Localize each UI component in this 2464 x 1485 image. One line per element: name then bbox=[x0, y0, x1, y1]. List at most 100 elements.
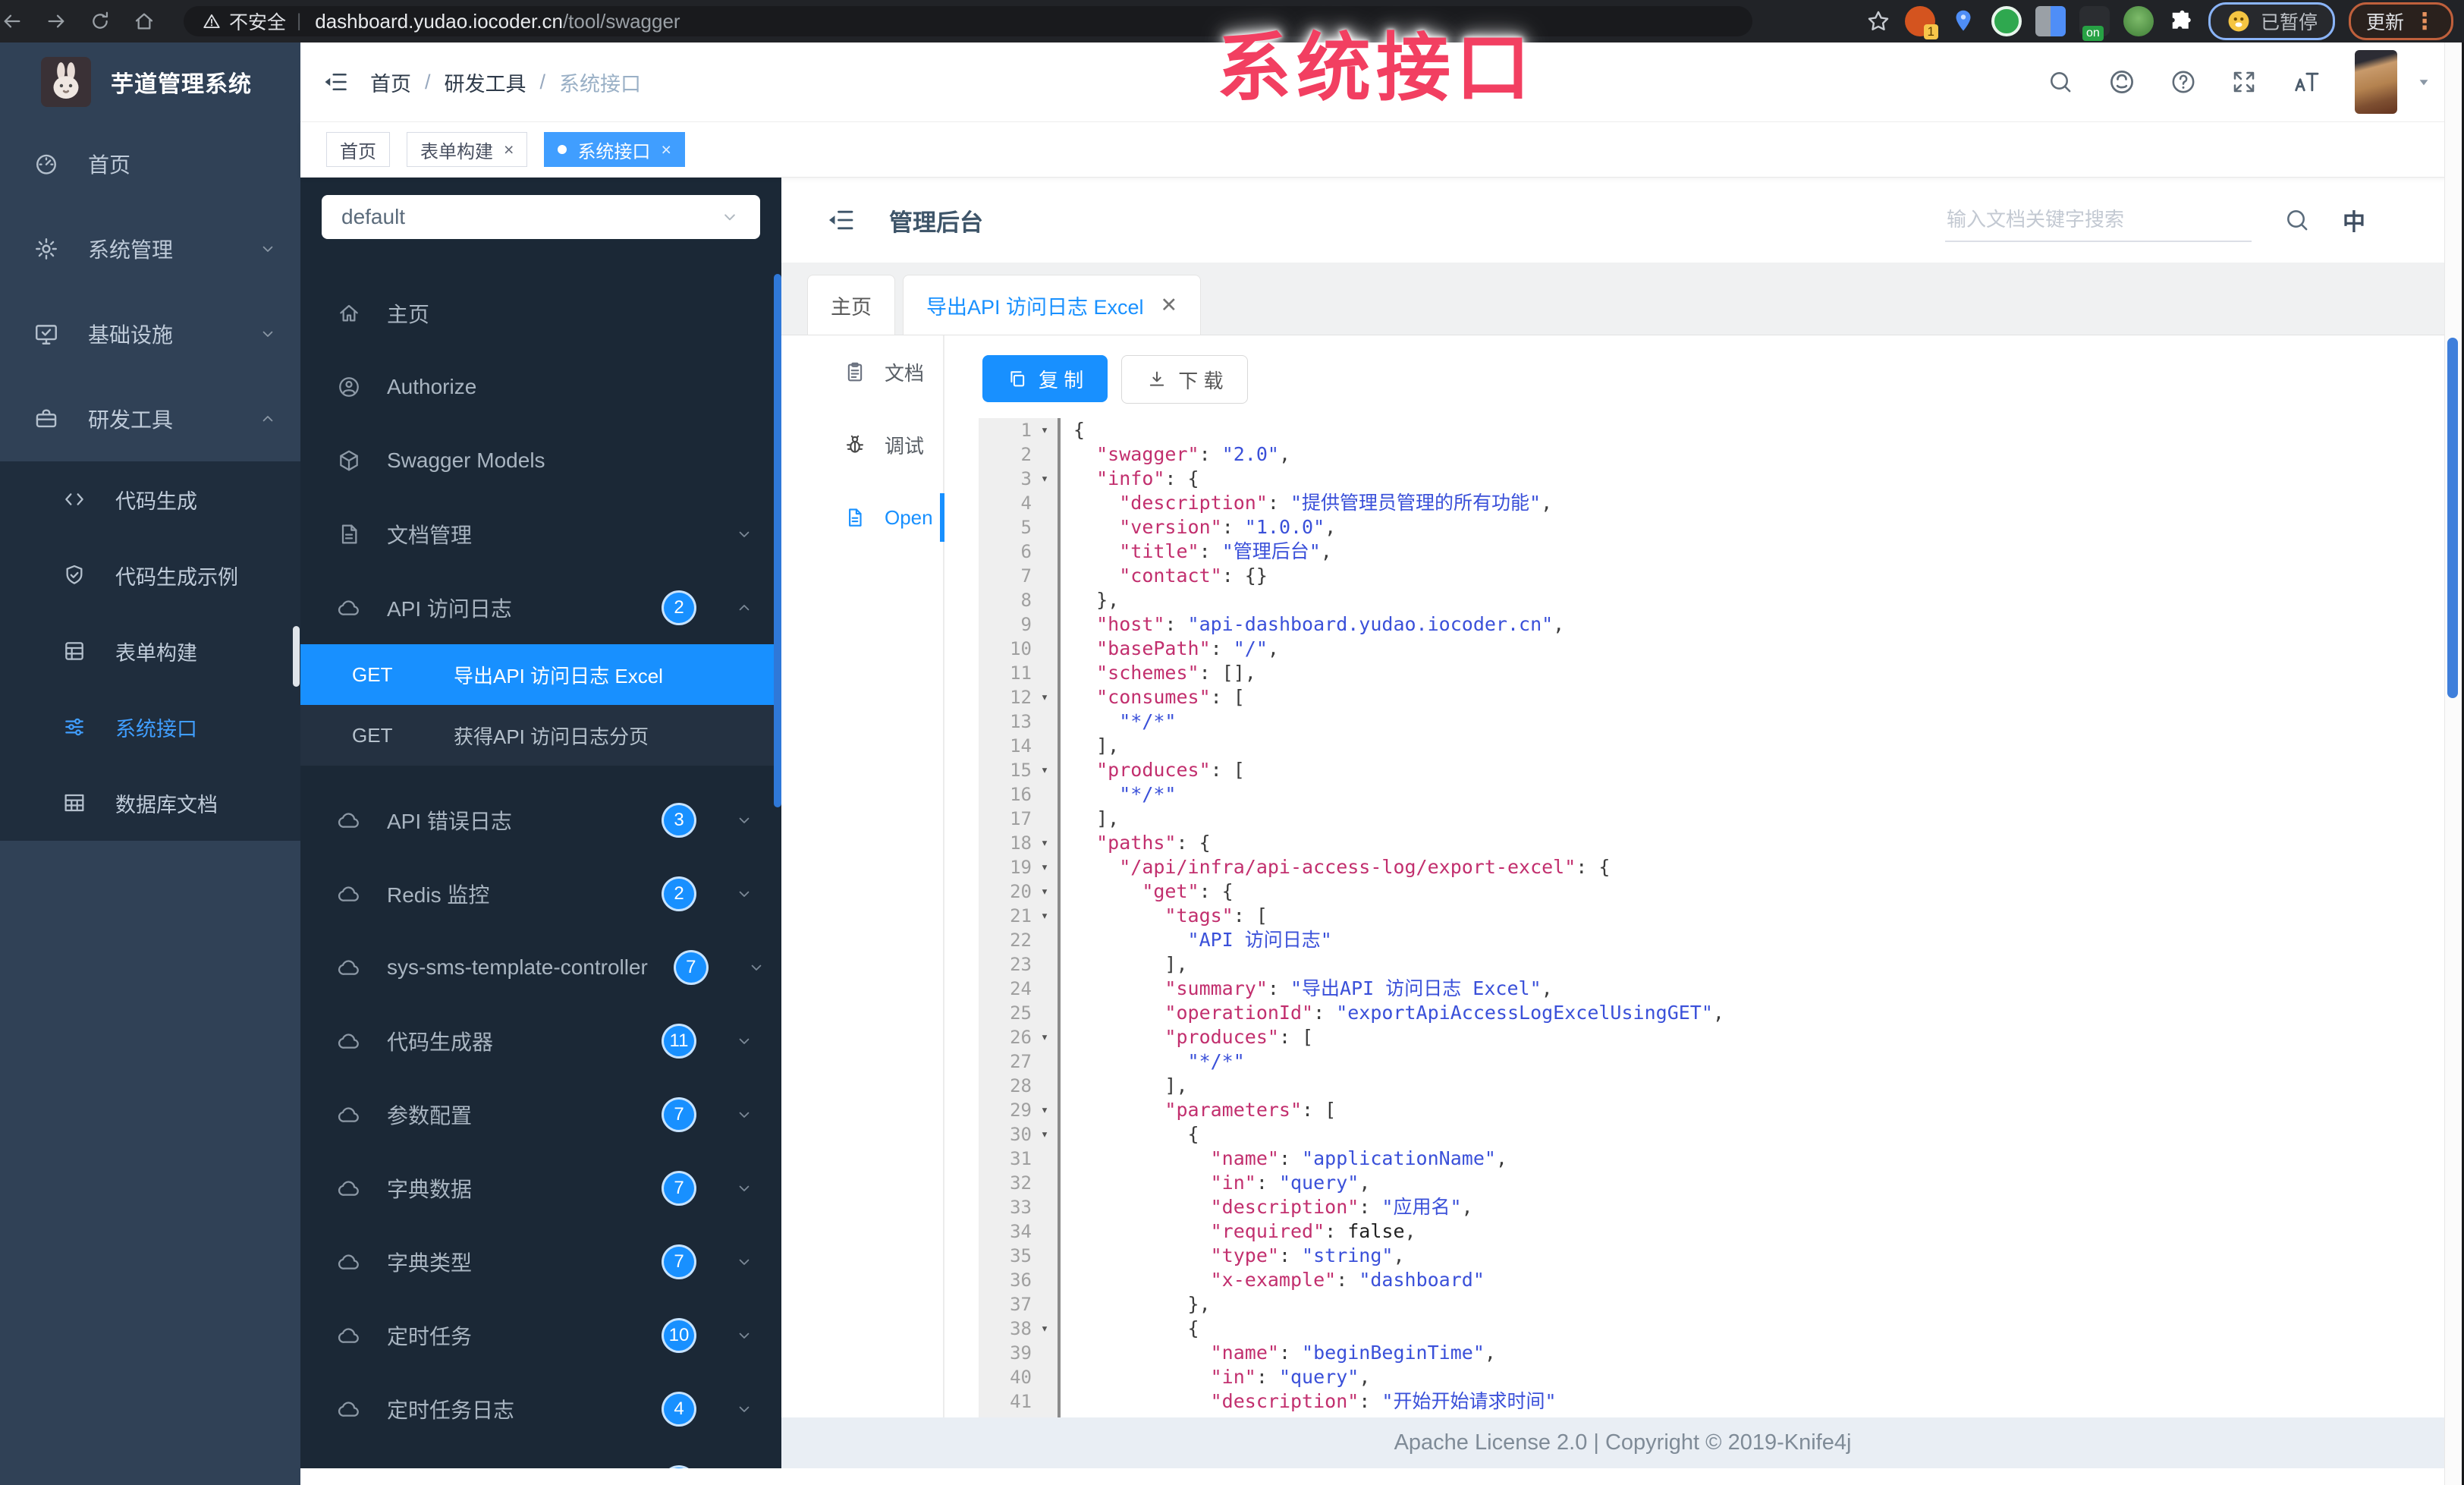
gutter-line[interactable]: 5 bbox=[979, 515, 1058, 540]
gutter-line[interactable]: 16 bbox=[979, 782, 1058, 807]
browser-menu-icon[interactable]: ⋮ bbox=[2413, 8, 2436, 35]
extension-icon[interactable]: 1 bbox=[1904, 6, 1938, 39]
sidebar-item-3[interactable]: 研发工具 bbox=[0, 376, 300, 461]
doc-menu-2[interactable]: Open bbox=[781, 481, 943, 554]
gutter-line[interactable]: 1 ▾ bbox=[979, 418, 1058, 442]
doc-menu-1[interactable]: 调试 bbox=[781, 408, 943, 481]
breadcrumb-item[interactable]: 首页 bbox=[370, 68, 411, 97]
browser-back-icon[interactable] bbox=[0, 9, 44, 33]
extension-icon[interactable]: on bbox=[2079, 6, 2110, 41]
doc-menu-0[interactable]: 文档 bbox=[781, 335, 943, 408]
sidebar-item-1[interactable]: 系统管理 bbox=[0, 206, 300, 291]
tag-0[interactable]: 首页 bbox=[326, 132, 390, 167]
sidebar-scrollbar-thumb[interactable] bbox=[293, 626, 300, 687]
swagger-nav-2[interactable]: Swagger Models bbox=[300, 423, 781, 497]
swagger-scrollbar-thumb[interactable] bbox=[774, 274, 781, 807]
swagger-group-4[interactable]: 参数配置 7 bbox=[300, 1078, 781, 1151]
sidebar-subitem-2[interactable]: 表单构建 bbox=[0, 613, 300, 689]
gutter-line[interactable]: 37 bbox=[979, 1292, 1058, 1317]
gutter-line[interactable]: 10 bbox=[979, 637, 1058, 661]
json-editor[interactable]: 1 ▾ 2 3 ▾ 4 5 6 7 8 9 10 11 12 ▾ 13 14 15 ▾ 16 17 18 ▾ 19 ▾ 20 ▾ 21… bbox=[979, 418, 2464, 1417]
gutter-line[interactable]: 8 bbox=[979, 588, 1058, 612]
help-icon[interactable] bbox=[2170, 68, 2197, 96]
gutter-line[interactable]: 26 ▾ bbox=[979, 1025, 1058, 1049]
swagger-group-5[interactable]: 字典数据 7 bbox=[300, 1151, 781, 1225]
sidebar-subitem-4[interactable]: 数据库文档 bbox=[0, 765, 300, 841]
plant-extension-icon[interactable] bbox=[2123, 6, 2154, 36]
hamburger-icon[interactable] bbox=[322, 68, 349, 96]
gutter-line[interactable]: 3 ▾ bbox=[979, 467, 1058, 491]
browser-home-icon[interactable] bbox=[132, 9, 176, 33]
operation-0[interactable]: GET 导出API 访问日志 Excel bbox=[300, 644, 781, 705]
swagger-nav-3[interactable]: 文档管理 bbox=[300, 497, 781, 571]
close-icon[interactable]: × bbox=[504, 140, 514, 160]
gutter-line[interactable]: 2 bbox=[979, 442, 1058, 467]
swagger-group-2[interactable]: sys-sms-template-controller 7 bbox=[300, 930, 781, 1004]
gutter-line[interactable]: 25 bbox=[979, 1001, 1058, 1025]
breadcrumb-item[interactable]: 研发工具 bbox=[445, 68, 526, 97]
doc-search-icon[interactable] bbox=[2283, 206, 2311, 234]
gutter-line[interactable]: 18 ▾ bbox=[979, 831, 1058, 855]
gutter-line[interactable]: 4 bbox=[979, 491, 1058, 515]
gutter-line[interactable]: 19 ▾ bbox=[979, 855, 1058, 879]
gutter-line[interactable]: 39 bbox=[979, 1341, 1058, 1365]
extension-icon[interactable] bbox=[1991, 6, 2022, 36]
gutter-line[interactable]: 38 ▾ bbox=[979, 1317, 1058, 1341]
api-group-select[interactable]: default bbox=[322, 195, 760, 239]
gutter-line[interactable]: 6 bbox=[979, 540, 1058, 564]
sidebar-item-0[interactable]: 首页 bbox=[0, 121, 300, 206]
swagger-group-0[interactable]: API 错误日志 3 bbox=[300, 783, 781, 857]
gutter-line[interactable]: 28 bbox=[979, 1074, 1058, 1098]
gutter-line[interactable]: 21 ▾ bbox=[979, 904, 1058, 928]
extension-grid-icon[interactable] bbox=[2035, 6, 2066, 36]
window-scrollbar[interactable] bbox=[2444, 42, 2462, 1485]
extensions-puzzle-icon[interactable] bbox=[2167, 8, 2195, 35]
gutter-line[interactable]: 24 bbox=[979, 977, 1058, 1001]
gutter-line[interactable]: 29 ▾ bbox=[979, 1098, 1058, 1122]
logo-row[interactable]: 芋道管理系统 bbox=[0, 42, 300, 121]
gutter-line[interactable]: 11 bbox=[979, 661, 1058, 685]
doc-tab-1[interactable]: 导出API 访问日志 Excel ✕ bbox=[903, 275, 1202, 335]
gutter-line[interactable]: 17 bbox=[979, 807, 1058, 831]
sidebar-subitem-3[interactable]: 系统接口 bbox=[0, 689, 300, 765]
avatar-caret-down-icon[interactable] bbox=[2414, 72, 2434, 92]
swagger-group-3[interactable]: 代码生成器 11 bbox=[300, 1004, 781, 1078]
doc-search-input[interactable] bbox=[1945, 198, 2252, 242]
gutter-line[interactable]: 40 bbox=[979, 1365, 1058, 1389]
gutter-line[interactable]: 27 bbox=[979, 1049, 1058, 1074]
gutter-line[interactable]: 35 bbox=[979, 1244, 1058, 1268]
bookmark-star-icon[interactable] bbox=[1865, 8, 1891, 34]
gutter-line[interactable]: 36 bbox=[979, 1268, 1058, 1292]
gutter-line[interactable]: 31 bbox=[979, 1147, 1058, 1171]
language-toggle[interactable]: 中 bbox=[2343, 203, 2365, 237]
download-button[interactable]: 下 载 bbox=[1121, 355, 1249, 404]
close-icon[interactable]: × bbox=[661, 140, 671, 160]
map-pin-extension-icon[interactable] bbox=[1949, 7, 1978, 36]
operation-1[interactable]: GET 获得API 访问日志分页 bbox=[300, 705, 781, 766]
gutter-line[interactable]: 7 bbox=[979, 564, 1058, 588]
collapse-menu-icon[interactable] bbox=[825, 205, 856, 235]
gutter-line[interactable]: 12 ▾ bbox=[979, 685, 1058, 709]
copy-button[interactable]: 复 制 bbox=[982, 355, 1108, 402]
gutter-line[interactable]: 9 bbox=[979, 612, 1058, 637]
gutter-line[interactable]: 30 ▾ bbox=[979, 1122, 1058, 1147]
swagger-group-1[interactable]: Redis 监控 2 bbox=[300, 857, 781, 930]
search-icon[interactable] bbox=[2047, 68, 2074, 96]
gutter-line[interactable]: 33 bbox=[979, 1195, 1058, 1219]
user-avatar[interactable] bbox=[2355, 50, 2397, 114]
gutter-line[interactable]: 20 ▾ bbox=[979, 879, 1058, 904]
sidebar-subitem-0[interactable]: 代码生成 bbox=[0, 461, 300, 537]
browser-forward-icon[interactable] bbox=[44, 9, 88, 33]
font-size-icon[interactable] bbox=[2291, 67, 2321, 97]
fullscreen-icon[interactable] bbox=[2230, 68, 2258, 96]
browser-update-button[interactable]: 更新 ⋮ bbox=[2348, 2, 2453, 40]
browser-reload-icon[interactable] bbox=[88, 9, 132, 33]
gutter-line[interactable]: 41 bbox=[979, 1389, 1058, 1414]
gutter-line[interactable]: 34 bbox=[979, 1219, 1058, 1244]
close-icon[interactable]: ✕ bbox=[1161, 294, 1178, 317]
gutter-line[interactable]: 13 bbox=[979, 709, 1058, 734]
github-icon[interactable] bbox=[2107, 68, 2136, 96]
sidebar-item-2[interactable]: 基础设施 bbox=[0, 291, 300, 376]
tag-2[interactable]: 系统接口 × bbox=[544, 132, 685, 167]
swagger-group-expanded[interactable]: API 访问日志 2 bbox=[300, 571, 781, 644]
